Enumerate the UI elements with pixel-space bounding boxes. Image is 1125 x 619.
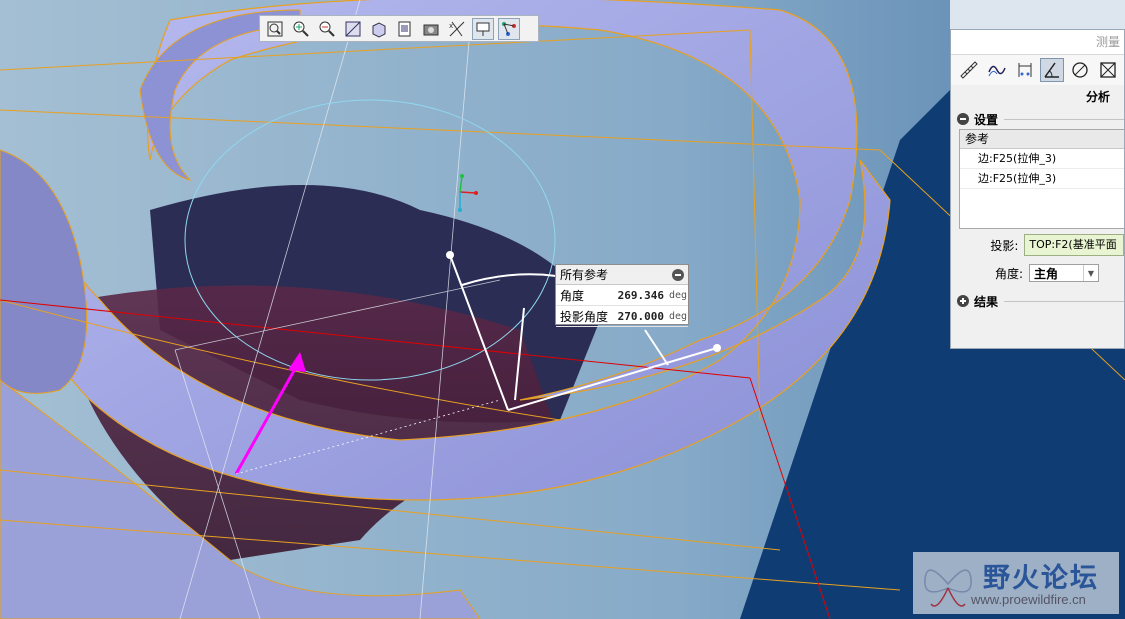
annotation-display-icon[interactable]: [472, 17, 494, 40]
collapse-icon[interactable]: [672, 268, 684, 281]
projection-row: 投影: TOP:F2(基准平面: [951, 233, 1124, 257]
list-item[interactable]: 边:F25(拉伸_3): [960, 149, 1124, 169]
measure-panel: 测量 分析 设置 参考 边:F25(拉伸_3) 边:F25(拉伸_3) 投影: …: [950, 29, 1125, 349]
callout-value: 269.346: [617, 288, 664, 302]
settings-label: 设置: [974, 112, 999, 127]
references-list[interactable]: 参考 边:F25(拉伸_3) 边:F25(拉伸_3): [959, 129, 1124, 229]
angle-dropdown[interactable]: 主角 ▼: [1029, 264, 1099, 282]
callout-label: 角度: [560, 288, 585, 303]
angle-handle-start[interactable]: [446, 251, 454, 259]
angle-handle-end[interactable]: [713, 344, 721, 352]
curve-length-icon[interactable]: [985, 58, 1009, 82]
callout-label: 投影角度: [560, 309, 609, 324]
tab-analysis[interactable]: 分析: [951, 85, 1124, 109]
collapse-icon[interactable]: [957, 113, 969, 125]
chevron-down-icon[interactable]: ▼: [1083, 265, 1098, 281]
watermark: 野火论坛 www.proewildfire.cn: [913, 552, 1119, 614]
refit-icon[interactable]: [264, 18, 286, 40]
projection-field[interactable]: TOP:F2(基准平面: [1024, 234, 1124, 256]
angle-icon[interactable]: [1040, 58, 1065, 82]
watermark-url: www.proewildfire.cn: [971, 592, 1086, 607]
measure-tools: [951, 55, 1124, 85]
callout-unit: deg: [669, 310, 688, 322]
measure-result-callout: 所有参考 角度 269.346 deg 投影角度 270.000 deg: [555, 264, 689, 327]
watermark-title: 野火论坛: [983, 563, 1099, 594]
diameter-icon[interactable]: [1068, 58, 1092, 82]
view-manager-icon[interactable]: [420, 18, 442, 40]
references-header: 参考: [960, 130, 1124, 149]
list-item[interactable]: 边:F25(拉伸_3): [960, 169, 1124, 189]
projection-label: 投影:: [990, 238, 1019, 253]
area-icon[interactable]: [1096, 58, 1120, 82]
angle-label: 角度:: [994, 266, 1023, 281]
callout-row-projected-angle: 投影角度 270.000 deg: [556, 306, 688, 327]
saved-views-icon[interactable]: [394, 18, 416, 40]
ruler-icon[interactable]: [957, 58, 981, 82]
results-label: 结果: [974, 294, 999, 309]
callout-row-angle: 角度 269.346 deg: [556, 285, 688, 306]
repaint-icon[interactable]: [342, 18, 364, 40]
view-toolbar: x: [259, 15, 539, 42]
angle-row: 角度: 主角 ▼: [951, 261, 1124, 285]
zoom-out-icon[interactable]: [316, 18, 338, 40]
datum-display-icon[interactable]: x: [446, 18, 468, 40]
display-style-icon[interactable]: [368, 18, 390, 40]
spin-center-icon[interactable]: [498, 17, 520, 40]
svg-text:x: x: [449, 22, 453, 30]
callout-value: 270.000: [617, 309, 664, 323]
callout-unit: deg: [669, 289, 688, 301]
zoom-in-icon[interactable]: [290, 18, 312, 40]
distance-icon[interactable]: [1013, 58, 1037, 82]
callout-title: 所有参考: [560, 268, 609, 282]
top-strip: [950, 0, 1125, 30]
results-section[interactable]: 结果: [951, 291, 1124, 311]
butterfly-logo-icon: [924, 569, 972, 607]
settings-section[interactable]: 设置: [951, 109, 1124, 129]
expand-icon[interactable]: [957, 295, 969, 307]
divider: [1004, 300, 1124, 302]
panel-title: 测量: [951, 30, 1124, 55]
divider: [1004, 118, 1124, 120]
angle-dropdown-value: 主角: [1034, 266, 1059, 281]
